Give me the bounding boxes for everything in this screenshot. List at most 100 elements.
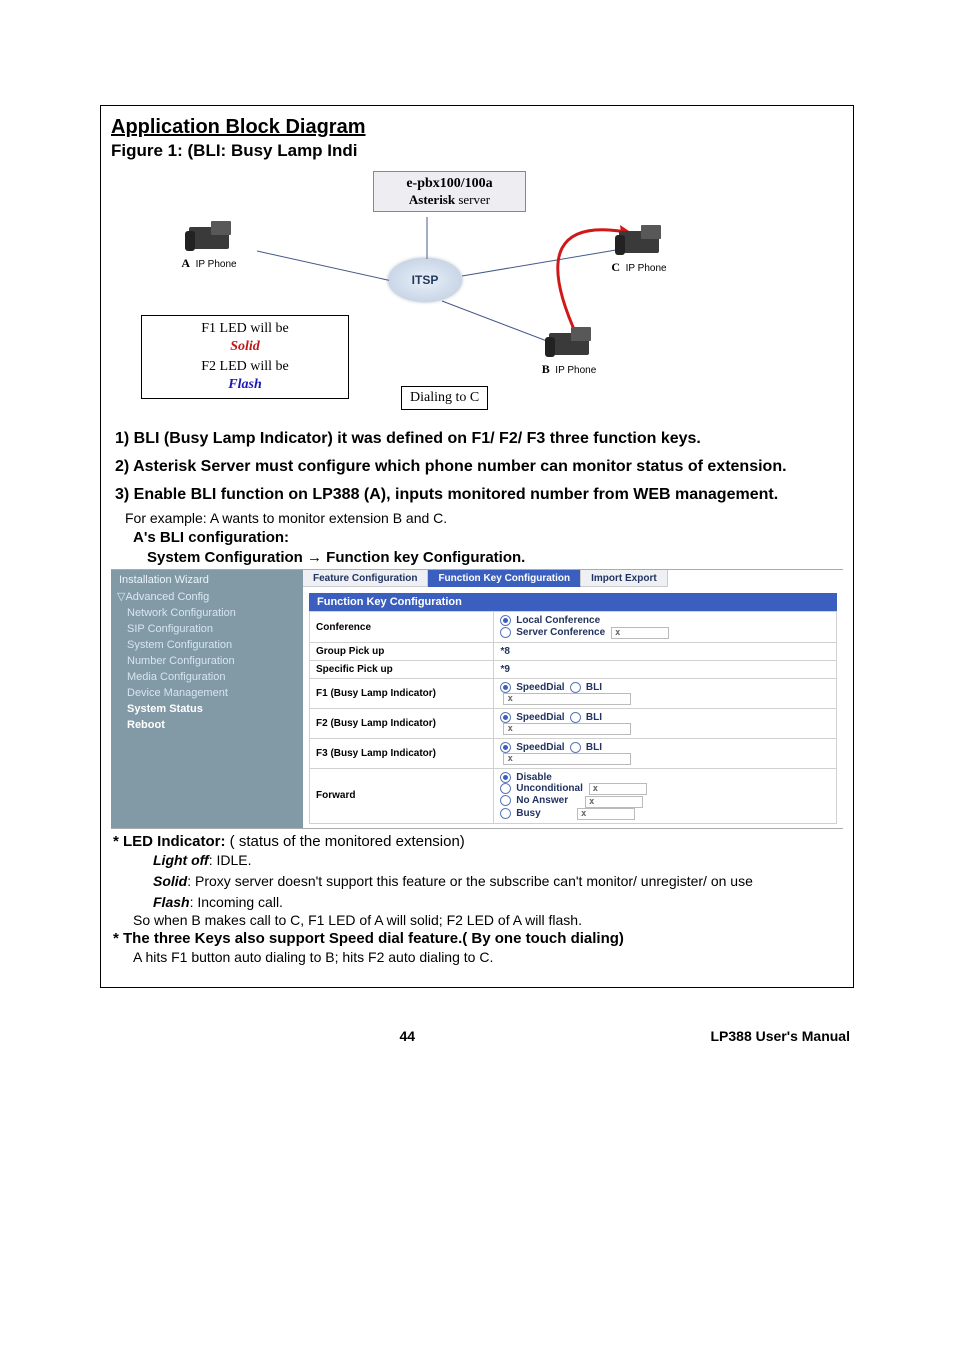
led-indicator-tail: ( status of the monitored extension)	[226, 833, 465, 850]
sidebar-item-status[interactable]: System Status	[111, 701, 303, 717]
row-f3-label: F3 (Busy Lamp Indicator)	[310, 738, 494, 768]
row-f2-label: F2 (Busy Lamp Indicator)	[310, 708, 494, 738]
led-status-box: F1 LED will be Solid F2 LED will be Flas…	[141, 315, 349, 399]
radio-f3-sd[interactable]	[500, 742, 511, 753]
opt-f1-bli: BLI	[586, 682, 602, 693]
radio-f2-bli[interactable]	[570, 712, 581, 723]
three-keys-line: * The three Keys also support Speed dial…	[113, 930, 624, 947]
phone-a-icon	[181, 217, 237, 255]
lightoff-key: Light off	[153, 852, 209, 868]
input-fwd-uncond[interactable]: x	[589, 783, 647, 795]
row-f1-value: SpeedDial BLI x	[494, 678, 837, 708]
radio-fwd-noans[interactable]	[500, 795, 511, 806]
sidebar-item-media[interactable]: Media Configuration	[111, 669, 303, 685]
sidebar-item-number[interactable]: Number Configuration	[111, 653, 303, 669]
phone-c-label: IP Phone	[626, 263, 667, 274]
input-fwd-noans[interactable]: x	[585, 796, 643, 808]
page-frame: Application Block Diagram Figure 1: (BLI…	[100, 105, 854, 988]
opt-fwd-busy: Busy	[516, 808, 540, 819]
list-item-2: 2) Asterisk Server must configure which …	[115, 458, 787, 475]
radio-local-conf[interactable]	[500, 615, 511, 626]
panel-subheading: Function Key Configuration	[309, 593, 837, 611]
row-forward-label: Forward	[310, 769, 494, 824]
figure-caption: Figure 1: (BLI: Busy Lamp Indi	[111, 141, 843, 161]
radio-f1-bli[interactable]	[570, 682, 581, 693]
input-f3[interactable]: x	[503, 753, 631, 765]
phone-c-prefix: C	[611, 260, 620, 274]
radio-f3-bli[interactable]	[570, 742, 581, 753]
block-diagram: e-pbx100/100a Asterisk server ITSP	[111, 161, 843, 421]
doc-title-footer: LP388 User's Manual	[710, 1028, 850, 1044]
row-forward-value: Disable Unconditional x No Answer x Busy…	[494, 769, 837, 824]
row-f1-label: F1 (Busy Lamp Indicator)	[310, 678, 494, 708]
page-number: 44	[104, 1028, 710, 1044]
opt-fwd-disable: Disable	[516, 772, 552, 783]
sidebar-advanced-label: Advanced Config	[125, 591, 209, 603]
opt-f3-sd: SpeedDial	[516, 742, 564, 753]
sidebar-item-device[interactable]: Device Management	[111, 685, 303, 701]
radio-fwd-busy[interactable]	[500, 808, 511, 819]
input-f1[interactable]: x	[503, 693, 631, 705]
phone-a: A IP Phone	[181, 217, 237, 271]
sidebar-item-network[interactable]: Network Configuration	[111, 605, 303, 621]
opt-local-conf: Local Conference	[516, 616, 600, 627]
sidebar-advanced-head[interactable]: ▽Advanced Config	[111, 588, 303, 605]
opt-f2-sd: SpeedDial	[516, 712, 564, 723]
config-table: Conference Local Conference Server Confe…	[309, 611, 837, 823]
led-f1-pre: F1 LED will be	[150, 320, 340, 338]
config-ui-screenshot: Installation Wizard ▽Advanced Config Net…	[111, 569, 843, 828]
phone-a-label: IP Phone	[196, 259, 237, 270]
sidebar-install-wizard[interactable]: Installation Wizard	[111, 572, 303, 588]
row-conference-value: Local Conference Server Conference x	[494, 612, 837, 642]
post-text: * LED Indicator: ( status of the monitor…	[111, 833, 843, 965]
radio-server-conf[interactable]	[500, 627, 511, 638]
opt-fwd-noans: No Answer	[516, 796, 568, 807]
led-f2-pre: F2 LED will be	[150, 358, 340, 376]
phone-b-label: IP Phone	[555, 365, 596, 376]
phone-b-prefix: B	[542, 362, 550, 376]
itsp-cloud: ITSP	[389, 259, 461, 301]
radio-fwd-uncond[interactable]	[500, 783, 511, 794]
flash-val: : Incoming call.	[190, 894, 283, 910]
sidebar-item-system[interactable]: System Configuration	[111, 637, 303, 653]
tab-import-export[interactable]: Import Export	[581, 570, 668, 587]
input-f2[interactable]: x	[503, 723, 631, 735]
radio-f1-sd[interactable]	[500, 682, 511, 693]
radio-fwd-disable[interactable]	[500, 772, 511, 783]
phone-a-prefix: A	[181, 256, 190, 270]
tabs: Feature Configuration Function Key Confi…	[303, 570, 843, 587]
input-server-conf[interactable]: x	[611, 627, 669, 639]
list-item-1: 1) BLI (Busy Lamp Indicator) it was defi…	[115, 430, 701, 447]
led-indicator-head: * LED Indicator:	[113, 833, 226, 850]
page-footer: 44 LP388 User's Manual	[100, 1028, 854, 1064]
row-f3-value: SpeedDial BLI x	[494, 738, 837, 768]
row-f2-value: SpeedDial BLI x	[494, 708, 837, 738]
main-panel: Feature Configuration Function Key Confi…	[303, 570, 843, 827]
so-line: So when B makes call to C, F1 LED of A w…	[111, 912, 843, 928]
led-f2-word: Flash	[150, 376, 340, 394]
sidebar-item-reboot[interactable]: Reboot	[111, 717, 303, 733]
dialing-box: Dialing to C	[401, 386, 488, 410]
input-fwd-busy[interactable]: x	[577, 808, 635, 820]
row-specific-pickup-value[interactable]: *9	[494, 660, 837, 678]
hits-line: A hits F1 button auto dialing to B; hits…	[111, 949, 843, 965]
tab-feature[interactable]: Feature Configuration	[303, 570, 428, 587]
phone-b-icon	[541, 323, 597, 361]
lightoff-val: : IDLE.	[209, 852, 252, 868]
solid-val: : Proxy server doesn't support this feat…	[187, 873, 753, 889]
radio-f2-sd[interactable]	[500, 712, 511, 723]
row-conference-label: Conference	[310, 612, 494, 642]
row-specific-pickup-label: Specific Pick up	[310, 660, 494, 678]
list-item-3: 3) Enable BLI function on LP388 (A), inp…	[115, 486, 778, 503]
phone-c: C IP Phone	[611, 221, 667, 275]
row-group-pickup-value[interactable]: *8	[494, 642, 837, 660]
opt-server-conf: Server Conference	[516, 627, 605, 638]
led-f1-word: Solid	[150, 338, 340, 356]
tab-funckey[interactable]: Function Key Configuration	[428, 570, 581, 587]
sidebar-item-sip[interactable]: SIP Configuration	[111, 621, 303, 637]
phone-c-icon	[611, 221, 667, 259]
flash-key: Flash	[153, 894, 190, 910]
solid-key: Solid	[153, 873, 187, 889]
example-line: For example: A wants to monitor extensio…	[111, 510, 843, 526]
phone-b: B IP Phone	[541, 323, 597, 377]
